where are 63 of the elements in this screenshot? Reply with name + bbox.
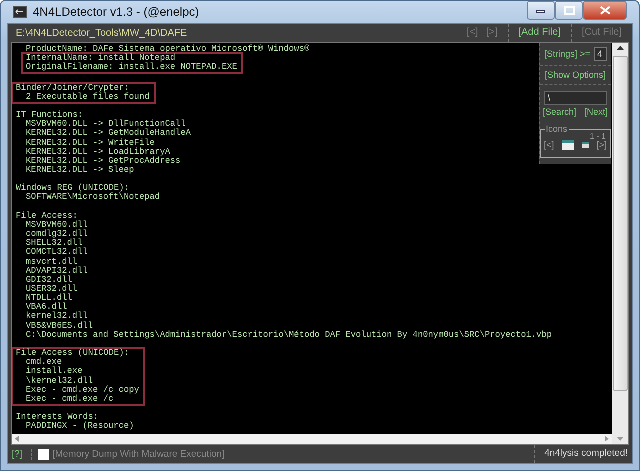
- minimize-button[interactable]: [527, 0, 555, 20]
- console-line: ProductName: DAFe Sistema operativo Microsoft® Windows®: [26, 45, 310, 54]
- search-field[interactable]: \: [544, 91, 607, 105]
- console-line: OriginalFilename: install.exe NOTEPAD.EXE: [26, 63, 238, 72]
- console-line: MSVBVM60.dll: [26, 220, 88, 230]
- search-button[interactable]: [Search]: [543, 107, 577, 117]
- console-line: VBA6.dll: [26, 303, 68, 312]
- next-button[interactable]: [Next]: [584, 107, 608, 117]
- console-line: InternalName: install Notepad: [26, 54, 176, 64]
- section-heading: Interests Words:: [16, 413, 99, 422]
- file-path: E:\4N4LDetector_Tools\MW_4D\DAFE: [16, 28, 188, 38]
- app-icon: [13, 6, 27, 18]
- group-title: Icons: [545, 124, 569, 134]
- section-heading: Windows REG (UNICODE):: [16, 184, 130, 194]
- close-button[interactable]: [583, 0, 627, 20]
- console-line: \kernel32.dll: [26, 376, 94, 386]
- strings-label: [Strings] >=: [544, 49, 590, 59]
- horizontal-scrollbar[interactable]: [12, 434, 612, 444]
- console-line: Exec - cmd.exe /c copy: [26, 386, 140, 395]
- window-icon: [582, 142, 590, 148]
- show-options-button[interactable]: [Show Options]: [544, 70, 606, 80]
- console-line: 2 Executable files found: [26, 92, 150, 102]
- vertical-scrollbar[interactable]: [612, 43, 628, 444]
- close-icon: [600, 6, 610, 14]
- section-heading: IT Functions:: [16, 111, 84, 120]
- console-line: MSVBVM60.DLL -> DllFunctionCall: [26, 120, 186, 130]
- console-line: msvcrt.dll: [26, 258, 78, 267]
- console-line: GDI32.dll: [26, 276, 72, 285]
- maximize-button[interactable]: [555, 0, 583, 20]
- console-line: cmd.exe: [26, 358, 62, 368]
- scroll-left-icon[interactable]: [15, 436, 19, 442]
- console-line: KERNEL32.DLL -> GetProcAddress: [26, 156, 181, 166]
- console-line: install.exe: [26, 367, 83, 376]
- maximize-icon: [564, 6, 574, 14]
- section-heading: File Access (UNICODE):: [16, 349, 130, 358]
- console-line: kernel32.dll: [26, 312, 88, 322]
- window-icon: [561, 139, 576, 151]
- console-line: C:\Documents and Settings\Administrador\Escritorio\Método DAF Evolution By 4n0nym0us\SRC\Proyecto1.vbp: [26, 330, 552, 340]
- icon-counter: 1 - 1: [590, 132, 606, 141]
- console-line: COMCTL32.dll: [26, 248, 88, 258]
- toolbar-button[interactable]: [Add File]: [508, 24, 571, 42]
- console-line: KERNEL32.DLL -> LoadLibraryA: [26, 148, 170, 157]
- scroll-right-icon[interactable]: [605, 436, 609, 442]
- console-line: KERNEL32.DLL -> WriteFile: [26, 138, 155, 148]
- console-line: KERNEL32.DLL -> Sleep: [26, 166, 134, 176]
- next-icon-button[interactable]: [>]: [596, 140, 607, 150]
- section-heading: Binder/Joiner/Crypter:: [16, 84, 130, 93]
- console-line: SOFTWARE\Microsoft\Notepad: [26, 193, 160, 203]
- window-title: 4N4LDetector v1.3 - (@enelpc): [33, 5, 200, 19]
- console-line: USER32.dll: [26, 285, 78, 294]
- console-line: SHELL32.dll: [26, 239, 83, 248]
- console-line: KERNEL32.DLL -> GetModuleHandleA: [26, 129, 192, 138]
- console-line: comdlg32.dll: [26, 230, 88, 240]
- help-button[interactable]: [?]: [8, 448, 32, 460]
- console-line: VB5&VB6ES.dll: [26, 322, 94, 331]
- section-heading: File Access:: [16, 212, 78, 221]
- console-line: PADDINGX - (Resource): [26, 422, 134, 432]
- strings-min-field[interactable]: 4: [594, 47, 607, 61]
- previous-icon-button[interactable]: [<]: [544, 140, 554, 150]
- console-line: ADVAPI32.dll: [26, 266, 88, 276]
- console-line: Exec - cmd.exe /c: [26, 394, 114, 404]
- console-line: NTDLL.dll: [26, 294, 72, 304]
- status-message: 4n4lysis completed!: [534, 445, 632, 463]
